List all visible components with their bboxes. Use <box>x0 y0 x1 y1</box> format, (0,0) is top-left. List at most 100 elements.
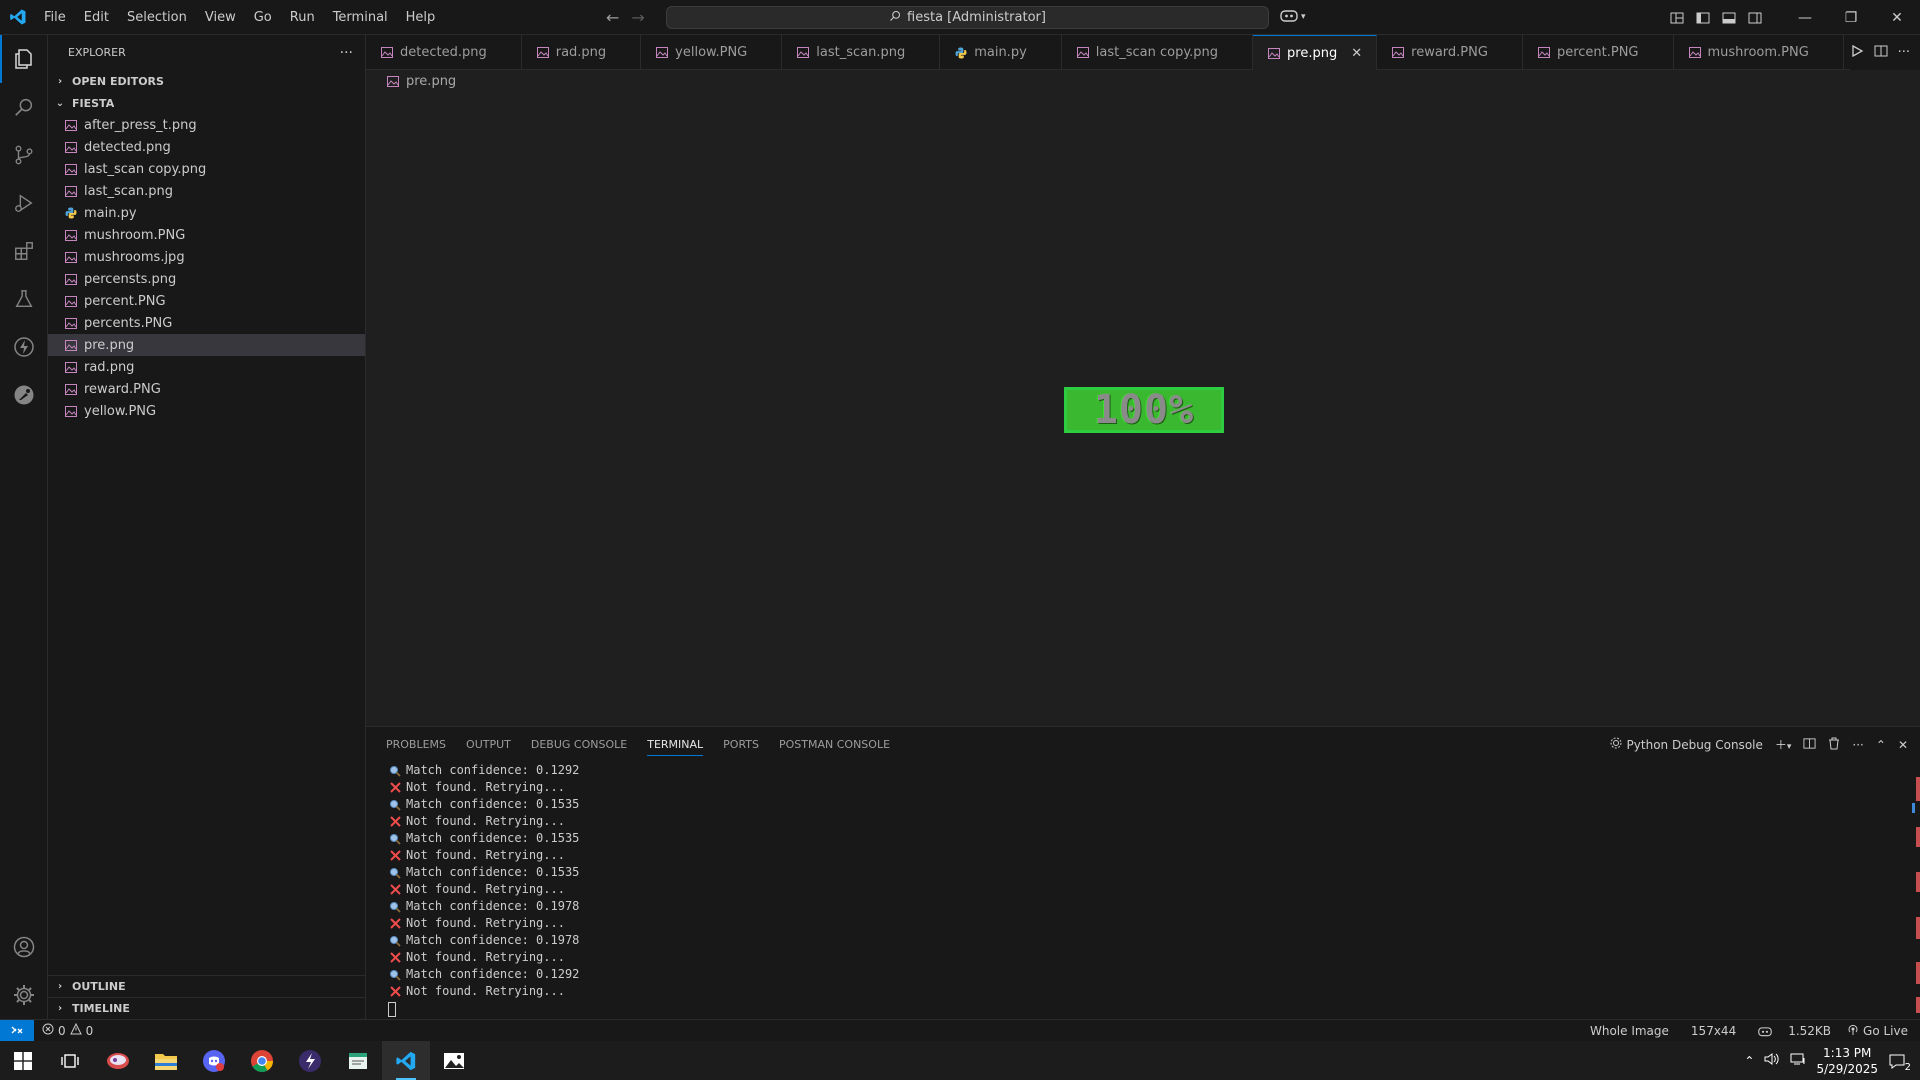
more-actions-icon[interactable]: ··· <box>1898 45 1910 60</box>
tab-mushroom-png[interactable]: mushroom.PNG <box>1674 35 1844 70</box>
toggle-secondary-sidebar-icon[interactable] <box>1742 0 1768 35</box>
file-item[interactable]: percent.PNG <box>48 290 365 312</box>
tab-pre-png[interactable]: pre.png ✕ <box>1253 35 1378 70</box>
open-editors-section[interactable]: › OPEN EDITORS <box>48 70 365 92</box>
volume-icon[interactable] <box>1764 1052 1780 1069</box>
file-item[interactable]: reward.PNG <box>48 378 365 400</box>
terminal-output[interactable]: Match confidence: 0.1292 Not found. Retry… <box>366 762 1920 1017</box>
minimize-icon[interactable]: — <box>1782 0 1828 35</box>
notepad-icon[interactable] <box>334 1041 382 1080</box>
clock[interactable]: 1:13 PM 5/29/2025 <box>1816 1045 1878 1077</box>
zoom-mode[interactable]: Whole Image <box>1582 1024 1683 1038</box>
file-item[interactable]: rad.png <box>48 356 365 378</box>
more-actions-icon[interactable]: ··· <box>340 45 353 61</box>
restore-icon[interactable]: ❐ <box>1828 0 1874 35</box>
go-live-button[interactable]: Go Live <box>1839 1024 1920 1039</box>
command-center[interactable]: fiesta [Administrator] <box>666 6 1269 29</box>
file-item[interactable]: yellow.PNG <box>48 400 365 422</box>
tab-rad-png[interactable]: rad.png <box>522 35 642 70</box>
outline-section[interactable]: › OUTLINE <box>48 975 366 997</box>
maximize-panel-icon[interactable]: ⌃ <box>1876 738 1886 752</box>
file-item[interactable]: percents.PNG <box>48 312 365 334</box>
menu-selection[interactable]: Selection <box>118 0 196 35</box>
toggle-panel-icon[interactable] <box>1716 0 1742 35</box>
customize-layout-icon[interactable] <box>1664 0 1690 35</box>
panel-tab-problems[interactable]: PROBLEMS <box>376 727 456 762</box>
source-control-icon[interactable] <box>0 131 48 179</box>
menu-terminal[interactable]: Terminal <box>324 0 397 35</box>
forward-arrow-icon[interactable]: → <box>631 8 644 27</box>
close-icon[interactable]: ✕ <box>1874 0 1920 35</box>
file-explorer-icon[interactable] <box>142 1041 190 1080</box>
file-item[interactable]: percensts.png <box>48 268 365 290</box>
photos-icon[interactable] <box>430 1041 478 1080</box>
discord-icon[interactable] <box>190 1041 238 1080</box>
close-panel-icon[interactable]: ✕ <box>1898 738 1908 752</box>
split-terminal-icon[interactable] <box>1803 737 1816 753</box>
chevron-up-icon[interactable]: ⌃ <box>1744 1054 1754 1068</box>
search-icon[interactable] <box>0 83 48 131</box>
accounts-icon[interactable] <box>0 923 48 971</box>
tab-reward-png[interactable]: reward.PNG <box>1377 35 1523 70</box>
menu-go[interactable]: Go <box>245 0 281 35</box>
panel-tab-terminal[interactable]: TERMINAL <box>637 727 713 762</box>
tab-last-scan-png[interactable]: last_scan.png <box>782 35 941 70</box>
fiesta-folder-section[interactable]: ⌄ FIESTA <box>48 92 365 114</box>
tab-main-py[interactable]: main.py <box>940 35 1062 70</box>
remote-indicator-icon[interactable] <box>0 1019 34 1042</box>
app-icon[interactable] <box>286 1041 334 1080</box>
run-debug-icon[interactable] <box>0 179 48 227</box>
menu-edit[interactable]: Edit <box>75 0 118 35</box>
breadcrumb-file[interactable]: pre.png <box>406 74 456 89</box>
windows-start-icon[interactable] <box>0 1041 46 1080</box>
network-icon[interactable] <box>1790 1052 1806 1069</box>
image-dimensions[interactable]: 157x44 <box>1683 1024 1750 1038</box>
panel-tab-ports[interactable]: PORTS <box>713 727 769 762</box>
more-actions-icon[interactable]: ··· <box>1852 738 1863 752</box>
run-icon[interactable] <box>1850 44 1864 62</box>
extensions-icon[interactable] <box>0 227 48 275</box>
postman-icon[interactable] <box>0 371 48 419</box>
thunder-client-icon[interactable] <box>0 323 48 371</box>
tab-last-scan-copy-png[interactable]: last_scan copy.png <box>1062 35 1254 70</box>
file-item[interactable]: main.py <box>48 202 365 224</box>
copilot-button[interactable]: ▾ <box>1280 8 1306 26</box>
back-arrow-icon[interactable]: ← <box>606 8 619 27</box>
notification-icon[interactable]: 2 <box>1888 1053 1911 1073</box>
manage-gear-icon[interactable] <box>0 971 48 1019</box>
panel-tab-postman-console[interactable]: POSTMAN CONSOLE <box>769 727 900 762</box>
file-item[interactable]: detected.png <box>48 136 365 158</box>
menu-help[interactable]: Help <box>397 0 445 35</box>
file-item[interactable]: last_scan copy.png <box>48 158 365 180</box>
menu-file[interactable]: File <box>35 0 75 35</box>
game-launcher-icon[interactable] <box>94 1041 142 1080</box>
split-editor-icon[interactable] <box>1874 44 1888 62</box>
tab-percent-png[interactable]: percent.PNG <box>1523 35 1674 70</box>
vscode-taskbar-icon[interactable] <box>382 1041 430 1080</box>
panel-tab-debug-console[interactable]: DEBUG CONSOLE <box>521 727 637 762</box>
explorer-icon[interactable] <box>0 35 48 83</box>
timeline-section[interactable]: › TIMELINE <box>48 997 366 1019</box>
terminal-scrollbar[interactable] <box>1912 767 1920 1017</box>
trash-icon[interactable] <box>1828 737 1840 753</box>
copilot-status-icon[interactable] <box>1750 1025 1780 1037</box>
file-size[interactable]: 1.52KB <box>1780 1024 1839 1038</box>
panel-tab-output[interactable]: OUTPUT <box>456 727 521 762</box>
file-item[interactable]: after_press_t.png <box>48 114 365 136</box>
testing-icon[interactable] <box>0 275 48 323</box>
file-item[interactable]: last_scan.png <box>48 180 365 202</box>
close-tab-icon[interactable]: ✕ <box>1351 46 1362 61</box>
toggle-primary-sidebar-icon[interactable] <box>1690 0 1716 35</box>
tab-detected-png[interactable]: detected.png <box>366 35 522 70</box>
chrome-icon[interactable] <box>238 1041 286 1080</box>
file-item[interactable]: mushrooms.jpg <box>48 246 365 268</box>
tab-yellow-png[interactable]: yellow.PNG <box>641 35 783 70</box>
file-item[interactable]: pre.png <box>48 334 365 356</box>
menu-view[interactable]: View <box>196 0 245 35</box>
task-view-icon[interactable] <box>46 1041 94 1080</box>
terminal-selector[interactable]: Python Debug Console <box>1609 736 1763 753</box>
add-terminal-icon[interactable]: ＋▾ <box>1775 736 1792 753</box>
menu-run[interactable]: Run <box>281 0 324 35</box>
problems-indicator[interactable]: 0 0 <box>34 1022 101 1038</box>
file-item[interactable]: mushroom.PNG <box>48 224 365 246</box>
